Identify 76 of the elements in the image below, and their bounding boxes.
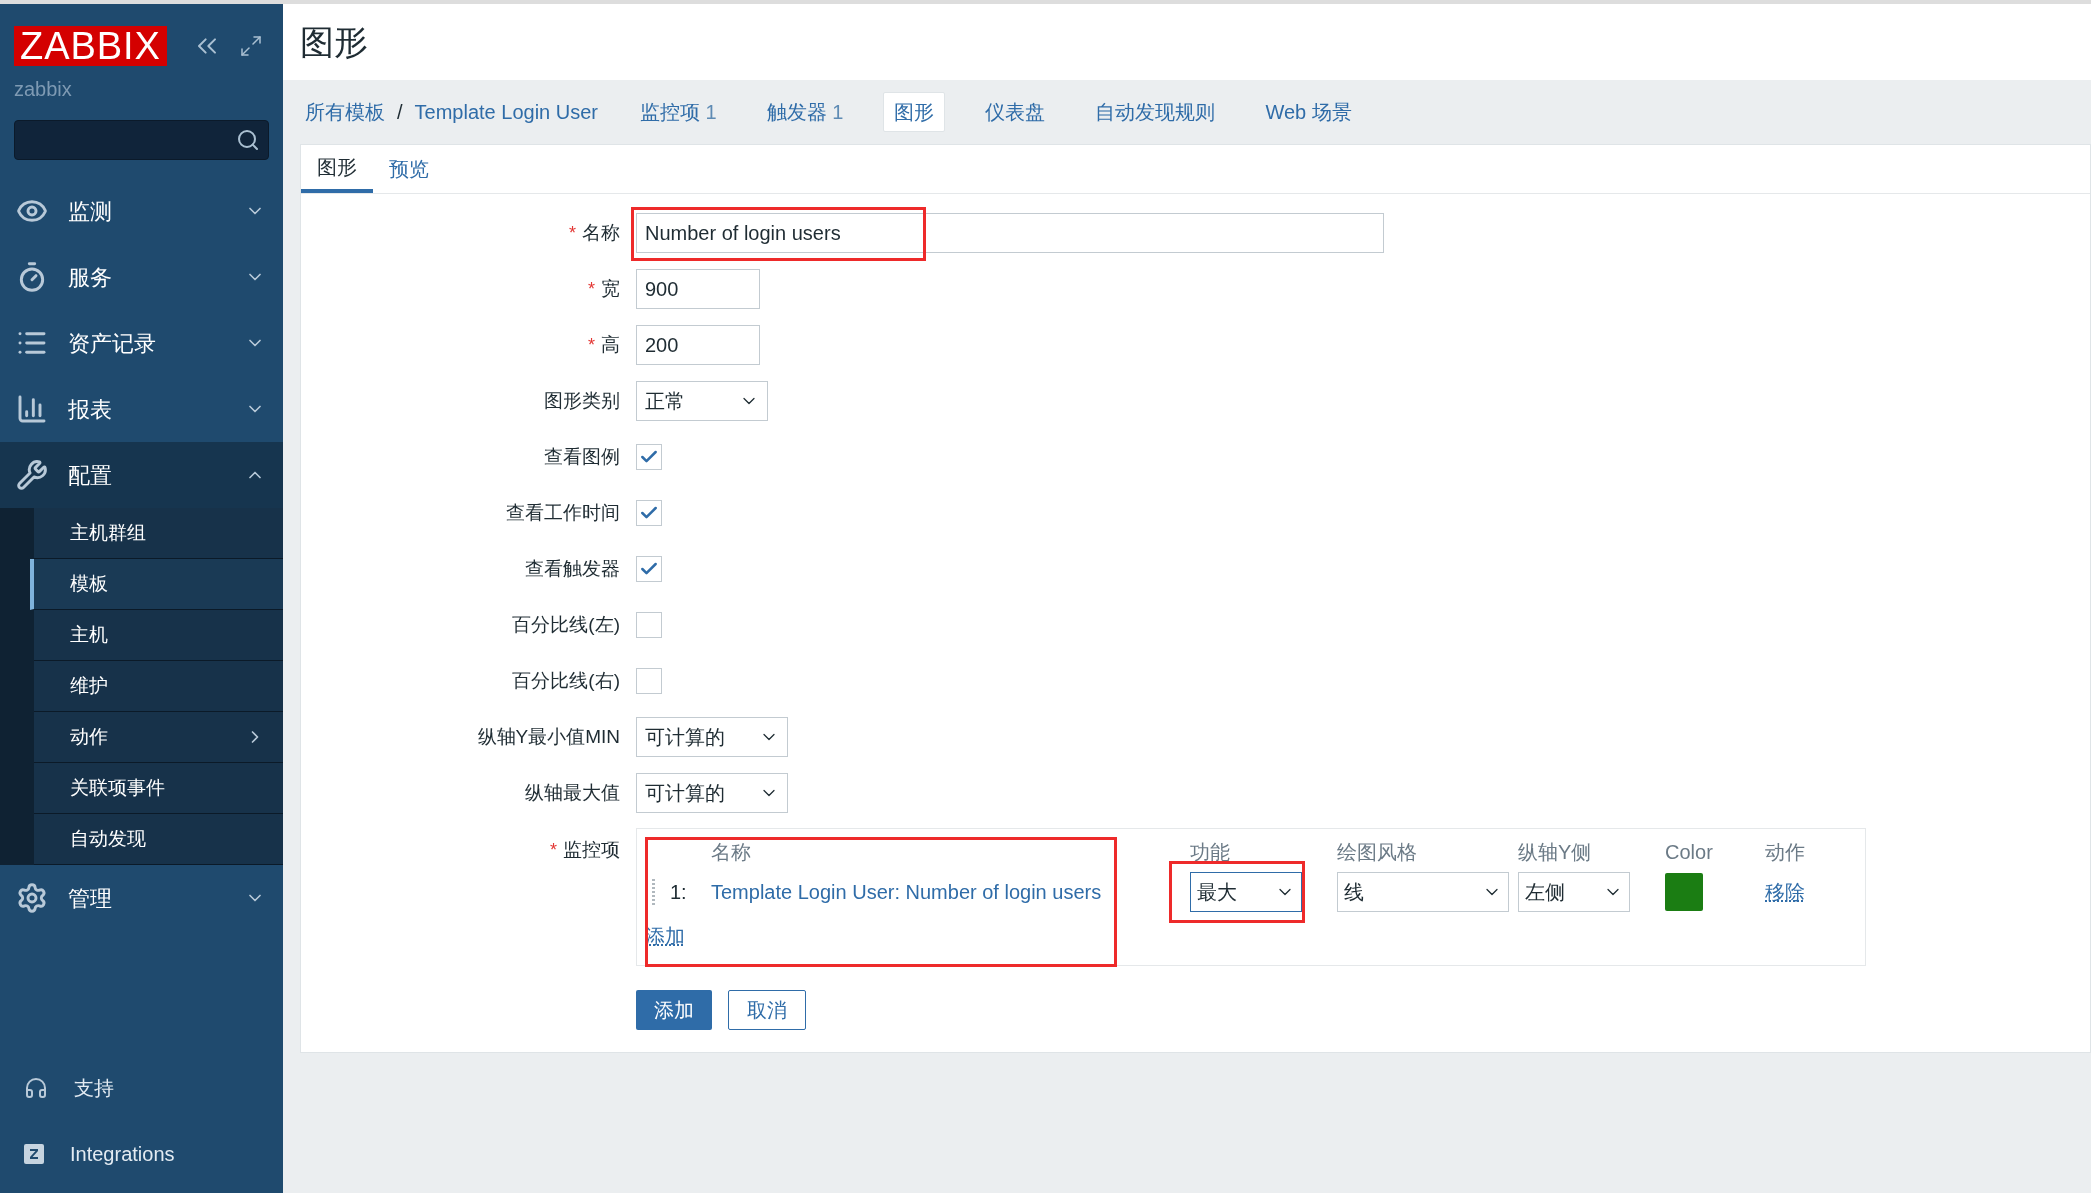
- dropdown[interactable]: 可计算的: [636, 773, 788, 813]
- text-field[interactable]: 900: [636, 269, 760, 309]
- dropdown[interactable]: 可计算的: [636, 717, 788, 757]
- field-label: 查看图例: [544, 444, 620, 469]
- checkbox[interactable]: [636, 556, 662, 582]
- username: zabbix: [13, 77, 73, 102]
- checkbox[interactable]: [636, 612, 662, 638]
- menu-item[interactable]: 监测: [0, 178, 283, 244]
- sidebar-link[interactable]: Integrations: [0, 1121, 283, 1187]
- bar-chart-icon: [16, 393, 48, 425]
- sidebar-link[interactable]: 支持: [0, 1055, 283, 1121]
- field-label: * 名称: [569, 220, 620, 245]
- dropdown[interactable]: 正常: [636, 381, 768, 421]
- gear-icon: [16, 882, 48, 914]
- field-label: 查看触发器: [525, 556, 620, 581]
- submenu-item[interactable]: 关联项事件: [34, 763, 283, 814]
- row-index: 1:: [670, 880, 688, 905]
- submenu-item[interactable]: 维护: [34, 661, 283, 712]
- draw-style-dropdown[interactable]: 线: [1337, 872, 1509, 912]
- function-dropdown[interactable]: 最大: [1190, 872, 1302, 912]
- nav-tab[interactable]: Web 场景: [1255, 93, 1362, 131]
- breadcrumb-separator: /: [397, 100, 403, 125]
- wrench-icon: [16, 459, 48, 491]
- search-field[interactable]: [14, 120, 269, 160]
- field-label: * 宽: [588, 276, 620, 301]
- column-header: 功能: [1190, 840, 1231, 865]
- column-header: 绘图风格: [1337, 840, 1418, 865]
- submenu-item[interactable]: 主机群组: [34, 508, 283, 559]
- checkbox[interactable]: [636, 500, 662, 526]
- drag-handle-icon[interactable]: [652, 879, 656, 905]
- submenu-item[interactable]: 模板: [30, 559, 283, 610]
- nav-tab[interactable]: 监控项 1: [630, 93, 727, 131]
- text-field[interactable]: 200: [636, 325, 760, 365]
- breadcrumb-link[interactable]: Template Login User: [412, 97, 600, 127]
- menu-item[interactable]: 资产记录: [0, 310, 283, 376]
- color-swatch[interactable]: [1665, 873, 1703, 911]
- text-field[interactable]: Number of login users: [636, 213, 1384, 253]
- column-header: 名称: [711, 840, 752, 865]
- search-icon: [236, 128, 260, 152]
- submenu-item[interactable]: 动作: [34, 712, 283, 763]
- menu-item[interactable]: 服务: [0, 244, 283, 310]
- field-label: 纵轴Y最小值MIN: [477, 724, 620, 749]
- checkbox[interactable]: [636, 444, 662, 470]
- submit-button[interactable]: 添加: [636, 990, 712, 1030]
- axis-side-dropdown[interactable]: 左侧: [1518, 872, 1630, 912]
- submenu-item[interactable]: 自动发现: [34, 814, 283, 865]
- nav-tab[interactable]: 仪表盘: [975, 93, 1056, 131]
- column-header: Color: [1665, 840, 1714, 865]
- column-header: 纵轴Y侧: [1518, 840, 1593, 865]
- field-label: 图形类别: [544, 388, 620, 413]
- menu-item[interactable]: 配置: [0, 442, 283, 508]
- column-header: 动作: [1765, 840, 1805, 865]
- logo: ZABBIX: [14, 26, 167, 66]
- checkbox[interactable]: [636, 668, 662, 694]
- breadcrumb-link[interactable]: 所有模板: [303, 97, 387, 127]
- remove-link[interactable]: 移除: [1765, 877, 1805, 907]
- page-title: 图形: [300, 21, 368, 63]
- nav-tab[interactable]: 自动发现规则: [1085, 93, 1226, 131]
- subtab[interactable]: 预览: [373, 145, 445, 193]
- field-label: 查看工作时间: [506, 500, 620, 525]
- field-label: 纵轴最大值: [525, 780, 620, 805]
- menu-item[interactable]: 管理: [0, 865, 283, 931]
- menu-item[interactable]: 报表: [0, 376, 283, 442]
- headset-icon: [24, 1076, 48, 1100]
- item-link[interactable]: Template Login User: Number of login users: [711, 877, 1190, 907]
- expand-icon[interactable]: [238, 34, 263, 58]
- field-label: * 高: [588, 332, 620, 357]
- field-label: * 监控项: [550, 838, 620, 862]
- z-square-icon: [24, 1144, 44, 1164]
- field-label: 百分比线(右): [512, 668, 620, 693]
- nav-tab[interactable]: 图形: [883, 92, 946, 132]
- subtab[interactable]: 图形: [301, 145, 373, 193]
- cancel-button[interactable]: 取消: [728, 990, 806, 1030]
- field-label: 百分比线(左): [512, 612, 620, 637]
- nav-tab[interactable]: 触发器 1: [756, 93, 854, 131]
- submenu-item[interactable]: 主机: [34, 610, 283, 661]
